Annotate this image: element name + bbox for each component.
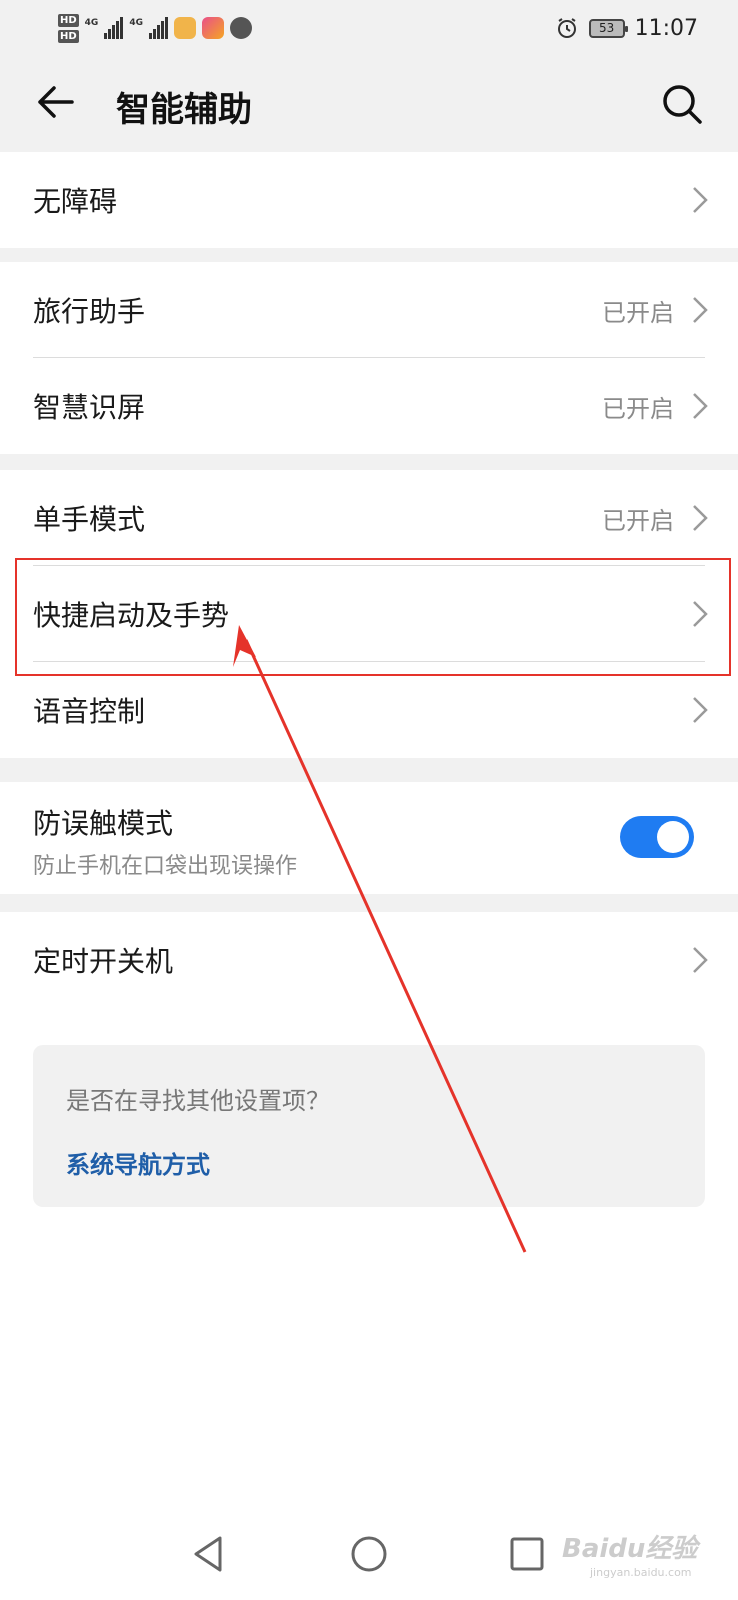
wechat-icon	[229, 17, 252, 39]
video-app-icon	[201, 17, 224, 39]
section-scheduled-power: 定时开关机	[0, 912, 738, 1510]
page-title: 智能辅助	[116, 90, 252, 130]
list-item-scheduled-power[interactable]: 定时开关机	[0, 912, 738, 1008]
item-label: 语音控制	[33, 695, 146, 728]
section-assistant: 旅行助手 已开启 智慧识屏 已开启	[0, 262, 738, 454]
list-item-travel-assistant[interactable]: 旅行助手 已开启	[0, 262, 738, 358]
section-accessibility: 无障碍	[0, 152, 738, 248]
network-type-2: 4G	[129, 17, 143, 28]
list-item-one-hand-mode[interactable]: 单手模式 已开启	[0, 470, 738, 566]
alarm-icon	[557, 18, 576, 38]
status-right: 53 11:07	[555, 16, 698, 41]
status-bar: HD HD 4G 4G 53 11:07	[0, 0, 738, 56]
watermark-url: jingyan.baidu.com	[590, 1566, 692, 1579]
app-bar: 智能辅助	[0, 56, 738, 152]
signal-icon	[104, 17, 124, 39]
status-text: 已开启	[602, 298, 674, 327]
item-label: 旅行助手	[33, 295, 146, 328]
system-navigation-link[interactable]: 系统导航方式	[66, 1145, 210, 1180]
cat-app-icon	[173, 17, 196, 39]
chevron-right-icon	[693, 393, 708, 419]
search-icon[interactable]	[660, 82, 704, 126]
suggestion-card: 是否在寻找其他设置项？ 系统导航方式	[33, 1045, 705, 1207]
recents-square-icon[interactable]	[505, 1532, 549, 1576]
section-mistouch: 防误触模式 防止手机在口袋出现误操作	[0, 782, 738, 894]
battery-level: 53	[598, 21, 615, 35]
hd-badge-2: HD	[58, 29, 79, 43]
suggestion-question: 是否在寻找其他设置项？	[66, 1087, 330, 1115]
mistouch-toggle[interactable]	[620, 816, 694, 858]
item-label: 定时开关机	[33, 945, 174, 978]
chevron-right-icon	[693, 947, 708, 973]
list-item-mistouch-mode: 防误触模式 防止手机在口袋出现误操作	[0, 782, 738, 894]
hd-badge-1: HD	[58, 13, 79, 27]
network-type-1: 4G	[84, 17, 99, 28]
back-triangle-icon[interactable]	[188, 1532, 232, 1576]
annotation-highlight-box	[15, 558, 731, 676]
chevron-right-icon	[693, 505, 708, 531]
item-label: 单手模式	[33, 503, 146, 536]
chevron-right-icon	[693, 187, 708, 213]
list-item-smart-screen[interactable]: 智慧识屏 已开启	[0, 358, 738, 454]
item-label: 无障碍	[33, 185, 118, 218]
list-item-voice-control[interactable]: 语音控制	[0, 662, 738, 758]
clock: 11:07	[634, 15, 698, 41]
battery-icon: 53	[588, 18, 628, 38]
watermark-logo: Baidu经验	[562, 1534, 698, 1564]
status-left: HD HD 4G 4G	[58, 13, 252, 43]
chevron-right-icon	[693, 297, 708, 323]
list-item-accessibility[interactable]: 无障碍	[0, 152, 738, 248]
hd-indicators: HD HD	[58, 13, 79, 43]
status-text: 已开启	[602, 506, 674, 535]
signal-icon-2	[148, 17, 168, 39]
chevron-right-icon	[693, 697, 708, 723]
home-circle-icon[interactable]	[347, 1532, 391, 1576]
item-label: 智慧识屏	[33, 391, 146, 424]
status-text: 已开启	[602, 394, 674, 423]
arrow-left-icon[interactable]	[34, 80, 78, 124]
